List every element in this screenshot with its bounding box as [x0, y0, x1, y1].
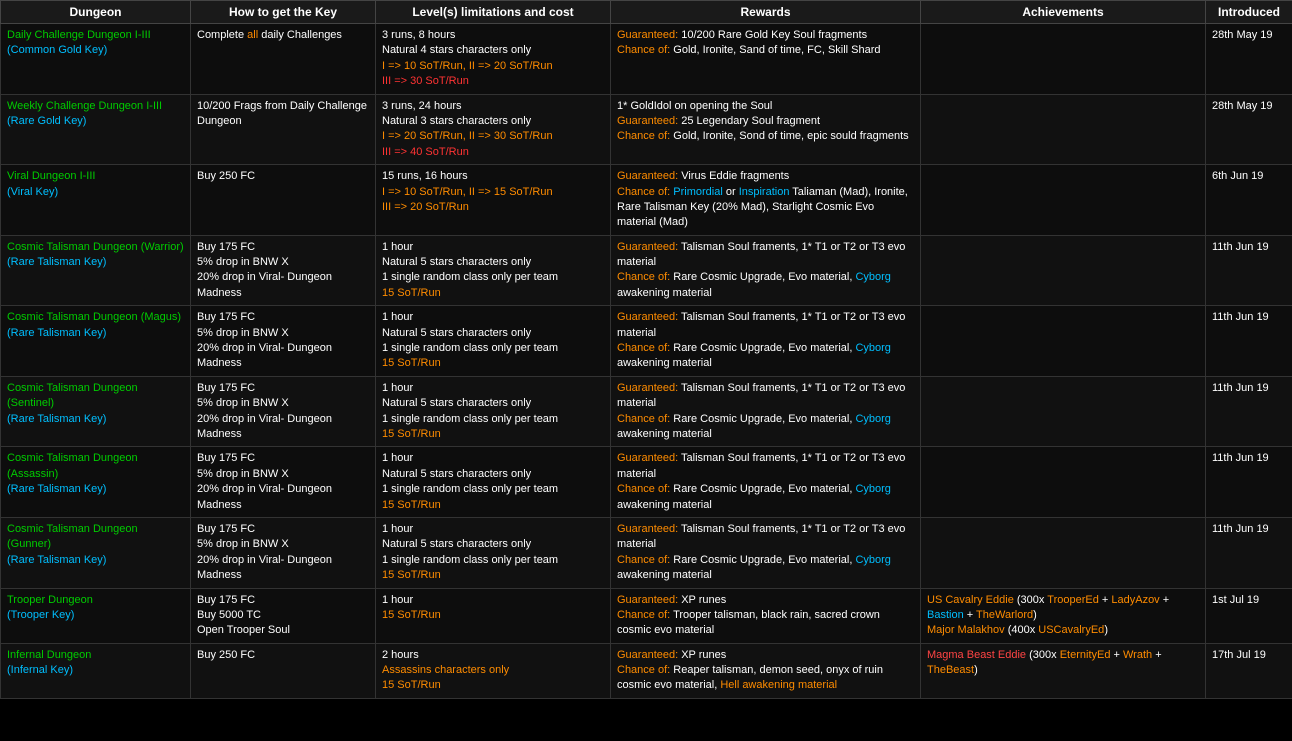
rewards-cell: Guaranteed: XP runesChance of: Reaper ta… — [611, 643, 921, 698]
level-cell: 1 hour15 SoT/Run — [376, 588, 611, 643]
key-cell: Buy 175 FC5% drop in BNW X20% drop in Vi… — [191, 235, 376, 306]
achievements-cell — [921, 447, 1206, 518]
rewards-cell: Guaranteed: Talisman Soul framents, 1* T… — [611, 447, 921, 518]
rewards-cell: Guaranteed: 10/200 Rare Gold Key Soul fr… — [611, 24, 921, 95]
achievements-cell: US Cavalry Eddie (300x TrooperEd + LadyA… — [921, 588, 1206, 643]
key-cell: Buy 250 FC — [191, 643, 376, 698]
rewards-cell: Guaranteed: Talisman Soul framents, 1* T… — [611, 376, 921, 447]
level-cell: 1 hourNatural 5 stars characters only1 s… — [376, 306, 611, 377]
level-cell: 1 hourNatural 5 stars characters only1 s… — [376, 447, 611, 518]
rewards-cell: Guaranteed: Talisman Soul framents, 1* T… — [611, 517, 921, 588]
key-cell: 10/200 Frags from Daily Challenge Dungeo… — [191, 94, 376, 165]
row-trooper: Trooper Dungeon(Trooper Key)Buy 175 FCBu… — [1, 588, 1292, 643]
achievements-cell — [921, 376, 1206, 447]
level-cell: 1 hourNatural 5 stars characters only1 s… — [376, 517, 611, 588]
level-cell: 1 hourNatural 5 stars characters only1 s… — [376, 235, 611, 306]
header-introduced: Introduced — [1206, 1, 1292, 24]
achievements-cell — [921, 94, 1206, 165]
introduced-cell: 11th Jun 19 — [1206, 447, 1292, 518]
level-cell: 3 runs, 24 hoursNatural 3 stars characte… — [376, 94, 611, 165]
row-viral: Viral Dungeon I-III(Viral Key)Buy 250 FC… — [1, 165, 1292, 236]
key-cell: Buy 175 FC5% drop in BNW X20% drop in Vi… — [191, 447, 376, 518]
dungeon-cell: Infernal Dungeon(Infernal Key) — [1, 643, 191, 698]
key-cell: Buy 250 FC — [191, 165, 376, 236]
row-cosmic-assassin: Cosmic Talisman Dungeon (Assassin)(Rare … — [1, 447, 1292, 518]
dungeon-cell: Weekly Challenge Dungeon I-III(Rare Gold… — [1, 94, 191, 165]
level-cell: 1 hourNatural 5 stars characters only1 s… — [376, 376, 611, 447]
header-rewards: Rewards — [611, 1, 921, 24]
achievements-cell — [921, 24, 1206, 95]
dungeon-cell: Viral Dungeon I-III(Viral Key) — [1, 165, 191, 236]
dungeon-cell: Daily Challenge Dungeon I-III(Common Gol… — [1, 24, 191, 95]
introduced-cell: 11th Jun 19 — [1206, 235, 1292, 306]
introduced-cell: 11th Jun 19 — [1206, 517, 1292, 588]
dungeon-cell: Cosmic Talisman Dungeon (Magus)(Rare Tal… — [1, 306, 191, 377]
introduced-cell: 6th Jun 19 — [1206, 165, 1292, 236]
rewards-cell: Guaranteed: Virus Eddie fragmentsChance … — [611, 165, 921, 236]
row-cosmic-magus: Cosmic Talisman Dungeon (Magus)(Rare Tal… — [1, 306, 1292, 377]
header-level: Level(s) limitations and cost — [376, 1, 611, 24]
row-infernal: Infernal Dungeon(Infernal Key)Buy 250 FC… — [1, 643, 1292, 698]
rewards-cell: 1* GoldIdol on opening the SoulGuarantee… — [611, 94, 921, 165]
key-cell: Buy 175 FC5% drop in BNW X20% drop in Vi… — [191, 376, 376, 447]
rewards-cell: Guaranteed: Talisman Soul framents, 1* T… — [611, 306, 921, 377]
key-cell: Complete all daily Challenges — [191, 24, 376, 95]
key-cell: Buy 175 FCBuy 5000 TCOpen Trooper Soul — [191, 588, 376, 643]
introduced-cell: 11th Jun 19 — [1206, 376, 1292, 447]
dungeon-cell: Cosmic Talisman Dungeon (Sentinel)(Rare … — [1, 376, 191, 447]
introduced-cell: 28th May 19 — [1206, 94, 1292, 165]
row-cosmic-gunner: Cosmic Talisman Dungeon (Gunner)(Rare Ta… — [1, 517, 1292, 588]
key-cell: Buy 175 FC5% drop in BNW X20% drop in Vi… — [191, 517, 376, 588]
level-cell: 3 runs, 8 hoursNatural 4 stars character… — [376, 24, 611, 95]
achievements-cell — [921, 235, 1206, 306]
rewards-cell: Guaranteed: Talisman Soul framents, 1* T… — [611, 235, 921, 306]
dungeon-cell: Cosmic Talisman Dungeon (Gunner)(Rare Ta… — [1, 517, 191, 588]
header-dungeon: Dungeon — [1, 1, 191, 24]
level-cell: 15 runs, 16 hoursI => 10 SoT/Run, II => … — [376, 165, 611, 236]
dungeon-cell: Trooper Dungeon(Trooper Key) — [1, 588, 191, 643]
dungeon-cell: Cosmic Talisman Dungeon (Warrior)(Rare T… — [1, 235, 191, 306]
introduced-cell: 11th Jun 19 — [1206, 306, 1292, 377]
row-weekly: Weekly Challenge Dungeon I-III(Rare Gold… — [1, 94, 1292, 165]
achievements-cell — [921, 165, 1206, 236]
introduced-cell: 17th Jul 19 — [1206, 643, 1292, 698]
dungeon-cell: Cosmic Talisman Dungeon (Assassin)(Rare … — [1, 447, 191, 518]
rewards-cell: Guaranteed: XP runesChance of: Trooper t… — [611, 588, 921, 643]
header-achievements: Achievements — [921, 1, 1206, 24]
main-table: Dungeon How to get the Key Level(s) limi… — [0, 0, 1292, 699]
achievements-cell — [921, 517, 1206, 588]
introduced-cell: 28th May 19 — [1206, 24, 1292, 95]
achievements-cell: Magma Beast Eddie (300x EternityEd + Wra… — [921, 643, 1206, 698]
introduced-cell: 1st Jul 19 — [1206, 588, 1292, 643]
achievements-cell — [921, 306, 1206, 377]
header-key: How to get the Key — [191, 1, 376, 24]
row-cosmic-warrior: Cosmic Talisman Dungeon (Warrior)(Rare T… — [1, 235, 1292, 306]
level-cell: 2 hoursAssassins characters only15 SoT/R… — [376, 643, 611, 698]
row-daily: Daily Challenge Dungeon I-III(Common Gol… — [1, 24, 1292, 95]
row-cosmic-sentinel: Cosmic Talisman Dungeon (Sentinel)(Rare … — [1, 376, 1292, 447]
key-cell: Buy 175 FC5% drop in BNW X20% drop in Vi… — [191, 306, 376, 377]
